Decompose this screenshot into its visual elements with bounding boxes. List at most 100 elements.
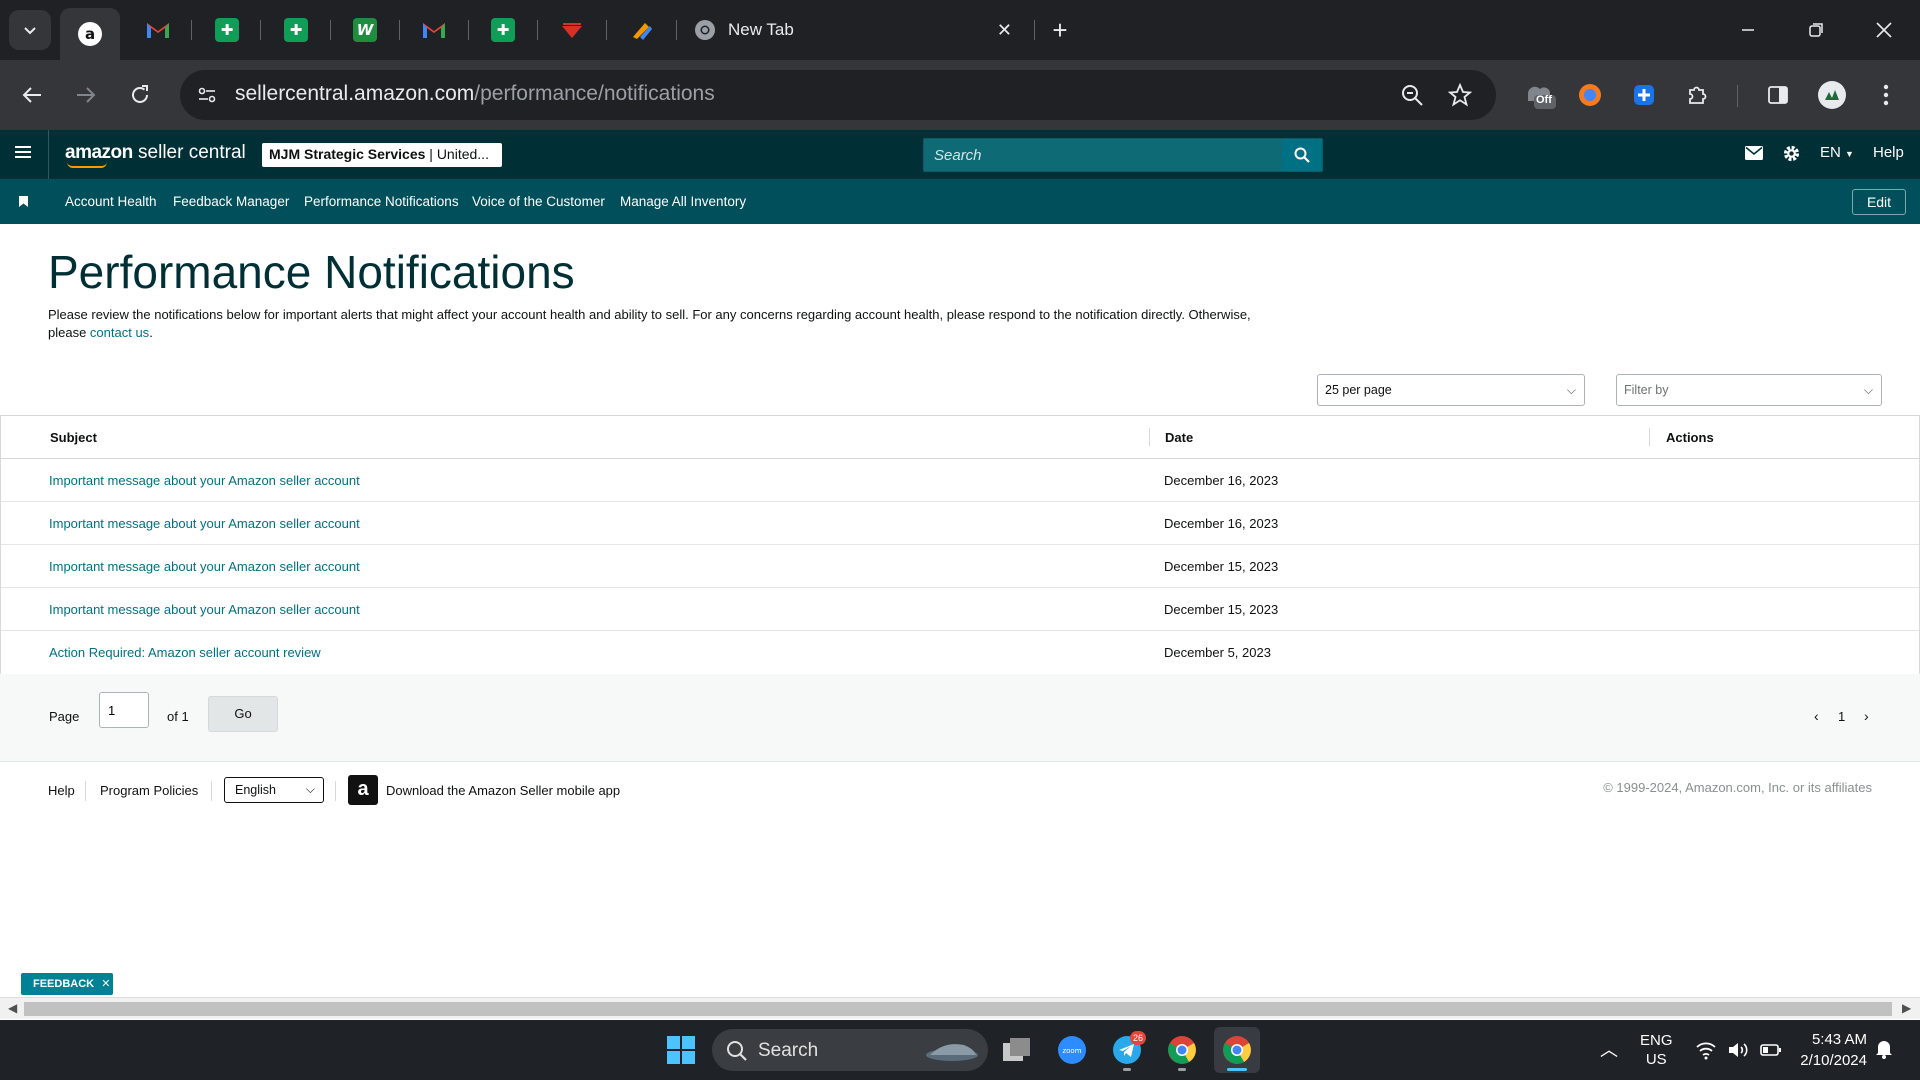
- restore-button[interactable]: [1796, 10, 1836, 50]
- tab-separator: [330, 20, 331, 40]
- nav-performance-notifications[interactable]: Performance Notifications: [304, 194, 459, 209]
- address-bar[interactable]: sellercentral.amazon.com/performance/not…: [180, 70, 1496, 120]
- clock[interactable]: 5:43 AM 2/10/2024: [1793, 1029, 1867, 1071]
- running-indicator: [1178, 1068, 1186, 1071]
- tab-sheets-3[interactable]: ✚: [483, 8, 523, 52]
- per-page-select[interactable]: 25 per page ⌵: [1317, 374, 1585, 406]
- gmail-icon: [147, 23, 169, 38]
- extension-off-button[interactable]: Off: [1520, 75, 1560, 115]
- notification-subject-link[interactable]: Important message about your Amazon sell…: [49, 473, 360, 488]
- side-panel-button[interactable]: [1758, 75, 1798, 115]
- sheets-icon: ✚: [284, 18, 308, 42]
- extension-blue-button[interactable]: [1624, 75, 1664, 115]
- bookmark-star-icon[interactable]: [1448, 83, 1472, 107]
- tab-w-app[interactable]: W: [345, 8, 385, 52]
- telegram-app[interactable]: 26: [1104, 1027, 1150, 1073]
- tab-pencil-app[interactable]: [622, 8, 662, 52]
- notification-subject-link[interactable]: Action Required: Amazon seller account r…: [49, 645, 321, 660]
- close-window-button[interactable]: [1864, 10, 1904, 50]
- feedback-label: FEEDBACK: [33, 978, 95, 990]
- chrome-menu-button[interactable]: [1866, 75, 1906, 115]
- search-input[interactable]: [924, 139, 1284, 171]
- url-domain: sellercentral.amazon.com: [235, 82, 475, 105]
- help-link[interactable]: Help: [1873, 144, 1904, 161]
- tab-gmail-2[interactable]: [414, 8, 454, 52]
- nav-manage-all-inventory[interactable]: Manage All Inventory: [620, 194, 746, 209]
- tab-gmail-1[interactable]: [138, 8, 178, 52]
- system-tray-status[interactable]: [1695, 1040, 1782, 1065]
- hamburger-menu-button[interactable]: [14, 144, 32, 165]
- tab-red-logo[interactable]: [552, 8, 592, 52]
- show-hidden-icons-button[interactable]: ︿: [1600, 1036, 1618, 1062]
- account-switcher[interactable]: MJM Strategic Services | United...: [262, 143, 502, 167]
- feedback-button[interactable]: FEEDBACK ✕: [21, 973, 113, 995]
- footer-help-link[interactable]: Help: [48, 783, 75, 798]
- settings-button[interactable]: [1782, 144, 1801, 167]
- site-info-icon[interactable]: [197, 85, 217, 105]
- chrome-icon: [695, 20, 715, 40]
- new-tab-button[interactable]: +: [1040, 10, 1080, 50]
- zoom-app[interactable]: zoom: [1049, 1027, 1095, 1073]
- notification-subject-link[interactable]: Important message about your Amazon sell…: [49, 559, 360, 574]
- chrome-app-2[interactable]: [1214, 1027, 1260, 1073]
- tab-separator: [260, 20, 261, 40]
- seller-central-logo[interactable]: amazon seller central: [65, 142, 246, 168]
- start-button[interactable]: [658, 1027, 704, 1073]
- extensions-button[interactable]: [1678, 75, 1718, 115]
- tab-sheets-2[interactable]: ✚: [276, 8, 316, 52]
- scrollbar-thumb[interactable]: [24, 1002, 1892, 1016]
- minimize-button[interactable]: [1728, 10, 1768, 50]
- tab-new-tab[interactable]: New Tab ✕: [690, 8, 1020, 52]
- nav-feedback-manager[interactable]: Feedback Manager: [173, 194, 289, 209]
- column-actions: Actions: [1666, 430, 1714, 445]
- previous-page-icon[interactable]: ‹: [1814, 708, 1819, 724]
- download-app-link[interactable]: Download the Amazon Seller mobile app: [386, 783, 620, 798]
- tab-amazon[interactable]: a: [60, 8, 120, 60]
- tab-search-button[interactable]: [9, 10, 51, 50]
- svg-text:zoom: zoom: [1062, 1047, 1081, 1055]
- nav-account-health[interactable]: Account Health: [65, 194, 157, 209]
- zoom-icon[interactable]: [1400, 83, 1424, 107]
- edit-bookmarks-button[interactable]: Edit: [1852, 189, 1906, 215]
- profile-button[interactable]: [1812, 75, 1852, 115]
- column-subject[interactable]: Subject: [50, 430, 97, 445]
- chrome-app-1[interactable]: [1159, 1027, 1205, 1073]
- current-page-number[interactable]: 1: [1838, 709, 1845, 724]
- footer-language-select[interactable]: English ⌵: [224, 777, 324, 803]
- input-language-indicator[interactable]: ENG US: [1640, 1031, 1673, 1069]
- footer-separator: [335, 781, 336, 801]
- close-tab-icon[interactable]: ✕: [997, 20, 1012, 41]
- nav-voice-of-the-customer[interactable]: Voice of the Customer: [472, 194, 605, 209]
- contact-us-link[interactable]: contact us: [90, 325, 149, 340]
- horizontal-scrollbar[interactable]: ◀ ▶: [0, 997, 1920, 1019]
- per-page-value: 25 per page: [1325, 383, 1392, 397]
- scroll-right-icon[interactable]: ▶: [1902, 1001, 1911, 1015]
- taskbar-search[interactable]: Search: [712, 1029, 988, 1071]
- go-button[interactable]: Go: [208, 696, 278, 732]
- column-date[interactable]: Date: [1165, 430, 1193, 445]
- messages-button[interactable]: [1745, 146, 1763, 164]
- back-button[interactable]: [12, 75, 52, 115]
- notifications-button[interactable]: [1875, 1039, 1893, 1064]
- next-page-icon[interactable]: ›: [1864, 708, 1869, 724]
- amazon-seller-app-icon[interactable]: a: [348, 775, 378, 805]
- gear-icon: [1783, 145, 1800, 162]
- notification-subject-link[interactable]: Important message about your Amazon sell…: [49, 516, 360, 531]
- mail-icon: [1745, 146, 1763, 160]
- extension-orange-button[interactable]: [1570, 75, 1610, 115]
- language-switcher[interactable]: EN ▼: [1820, 144, 1854, 161]
- forward-button[interactable]: [66, 75, 106, 115]
- task-view-button[interactable]: [994, 1027, 1040, 1073]
- program-policies-link[interactable]: Program Policies: [100, 783, 198, 798]
- kebab-menu-icon: [1883, 84, 1889, 106]
- running-indicator: [1227, 1068, 1247, 1071]
- filter-select[interactable]: Filter by ⌵: [1616, 374, 1882, 406]
- reload-button[interactable]: [120, 75, 160, 115]
- close-feedback-icon[interactable]: ✕: [101, 978, 110, 990]
- tab-sheets-1[interactable]: ✚: [207, 8, 247, 52]
- url-path: /performance/notifications: [474, 82, 715, 105]
- search-button[interactable]: [1282, 139, 1322, 171]
- page-number-input[interactable]: [99, 692, 149, 728]
- scroll-left-icon[interactable]: ◀: [8, 1001, 17, 1015]
- notification-subject-link[interactable]: Important message about your Amazon sell…: [49, 602, 360, 617]
